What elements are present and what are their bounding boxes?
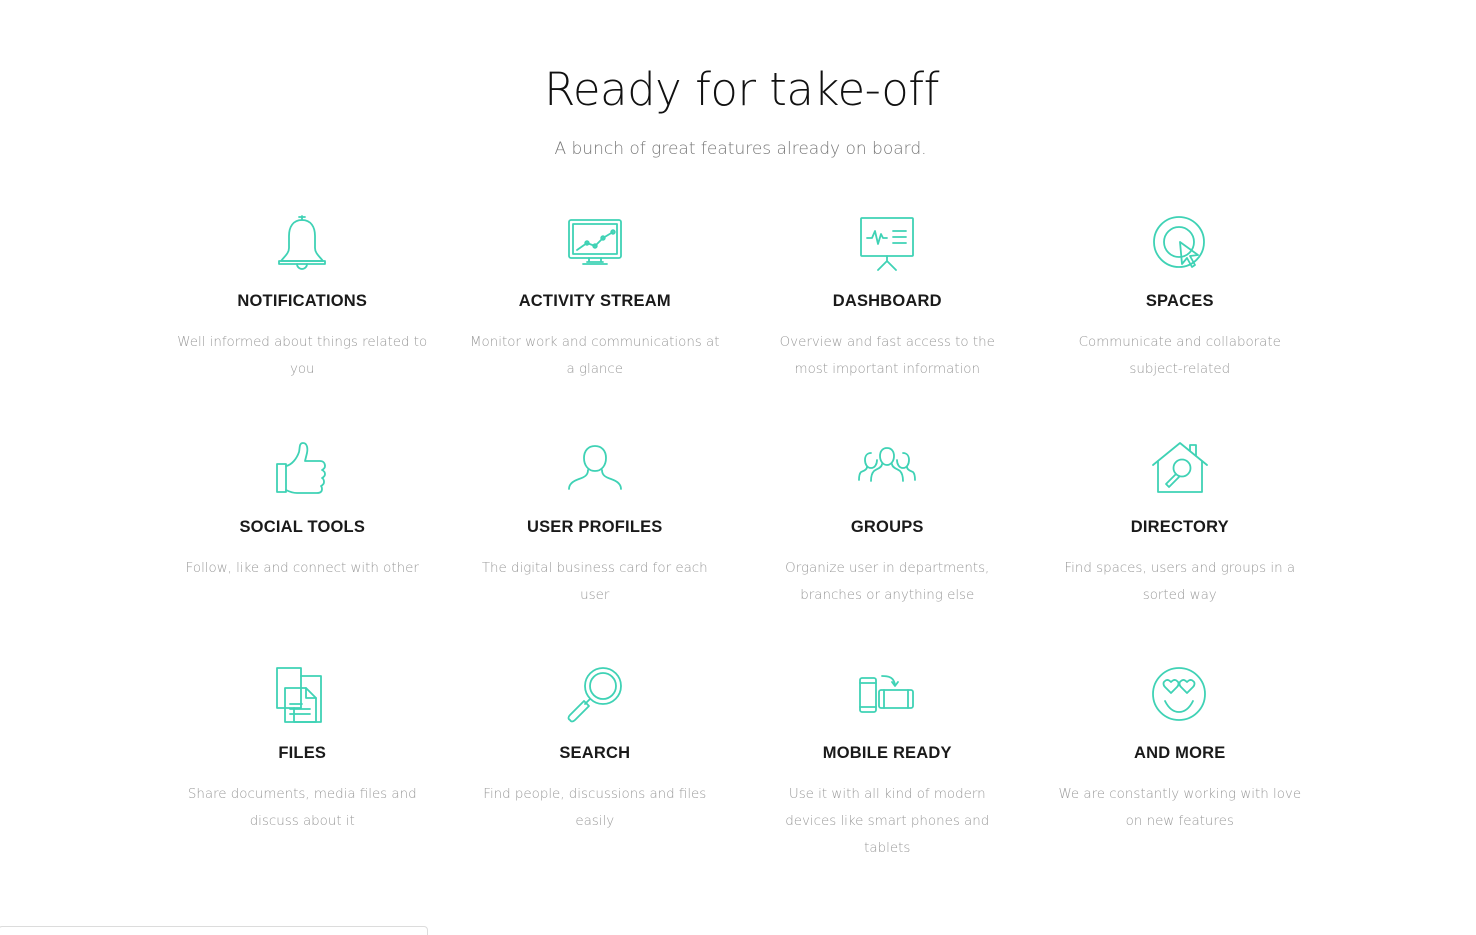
feature-description: Share documents, media files and discuss… [187, 787, 417, 829]
smiley-heart-eyes-icon [1150, 664, 1210, 724]
target-cursor-icon [1150, 212, 1210, 272]
feature-title: MOBILE READY [822, 744, 952, 762]
feature-description: Find spaces, users and groups in a sorte… [1064, 561, 1296, 603]
monitor-chart-icon [565, 212, 625, 272]
group-icon [857, 438, 917, 498]
feature-description: Use it with all kind of modern devices l… [785, 787, 990, 856]
feature-spaces: SPACES Communicate and collaborate subje… [1034, 212, 1327, 438]
feature-title: SEARCH [559, 744, 631, 762]
feature-search: SEARCH Find people, discussions and file… [449, 664, 742, 890]
feature-description: Find people, discussions and files easil… [483, 787, 707, 829]
feature-title: ACTIVITY STREAM [518, 292, 671, 310]
feature-social-tools: SOCIAL TOOLS Follow, like and connect wi… [156, 438, 449, 664]
magnifier-icon [565, 664, 625, 724]
page-subtitle: A bunch of great features already on boa… [554, 139, 927, 159]
feature-description: Monitor work and communications at a gla… [469, 335, 720, 377]
feature-title: AND MORE [1134, 744, 1226, 762]
feature-user-profiles: USER PROFILES The digital business card … [449, 438, 742, 664]
feature-title: NOTIFICATIONS [237, 292, 368, 310]
feature-description: Overview and fast access to the most imp… [779, 335, 995, 377]
feature-description: Communicate and collaborate subject-rela… [1078, 335, 1281, 377]
page-title: Ready for take-off [544, 63, 939, 116]
feature-title: DIRECTORY [1130, 518, 1229, 536]
presentation-board-icon [857, 212, 917, 272]
bottom-panel-edge [0, 926, 428, 935]
feature-description: Follow, like and connect with other [185, 561, 419, 576]
user-icon [565, 438, 625, 498]
feature-mobile-ready: MOBILE READY Use it with all kind of mod… [741, 664, 1034, 890]
feature-title: SPACES [1145, 292, 1214, 310]
feature-title: SOCIAL TOOLS [239, 518, 366, 536]
feature-description: Well informed about things related to yo… [177, 335, 428, 377]
feature-and-more: AND MORE We are constantly working with … [1034, 664, 1327, 890]
feature-title: USER PROFILES [526, 518, 663, 536]
feature-description: Organize user in departments, branches o… [785, 561, 990, 603]
files-icon [272, 664, 332, 724]
feature-directory: DIRECTORY Find spaces, users and groups … [1034, 438, 1327, 664]
feature-description: The digital business card for each user [481, 561, 708, 603]
thumbs-up-icon [272, 438, 332, 498]
feature-title: FILES [278, 744, 327, 762]
mobile-rotate-icon [857, 664, 917, 724]
feature-files: FILES Share documents, media files and d… [156, 664, 449, 890]
feature-dashboard: DASHBOARD Overview and fast access to th… [741, 212, 1034, 438]
feature-activity-stream: ACTIVITY STREAM Monitor work and communi… [449, 212, 742, 438]
features-grid: NOTIFICATIONS Well informed about things… [156, 212, 1326, 890]
feature-notifications: NOTIFICATIONS Well informed about things… [156, 212, 449, 438]
feature-title: GROUPS [850, 518, 924, 536]
feature-title: DASHBOARD [832, 292, 942, 310]
feature-groups: GROUPS Organize user in departments, bra… [741, 438, 1034, 664]
feature-description: We are constantly working with love on n… [1058, 787, 1302, 829]
bell-icon [272, 212, 332, 272]
house-search-icon [1150, 438, 1210, 498]
